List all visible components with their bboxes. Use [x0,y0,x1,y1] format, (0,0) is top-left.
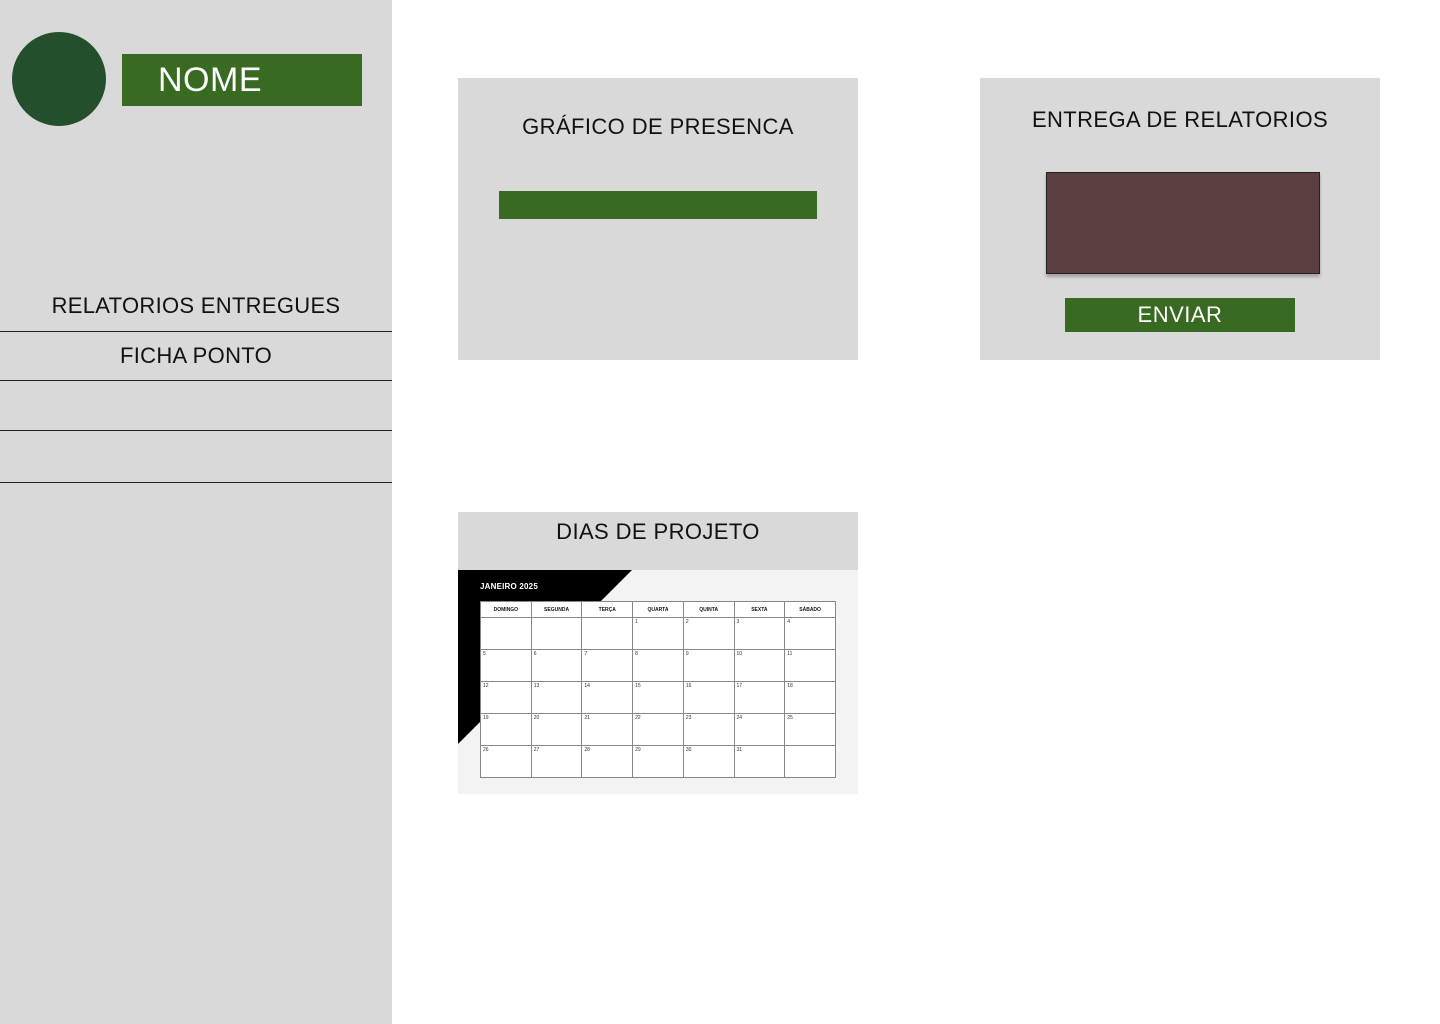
calendar-day-cell[interactable]: 4 [784,617,836,650]
sidebar-item-empty-1[interactable] [0,381,392,431]
calendar-day-cell[interactable]: 23 [682,713,735,746]
calendar-weekday-header: SÁBADO [784,601,836,618]
calendar-grid: DOMINGO SEGUNDA TERÇA QUARTA QUINTA SEXTA SÁBA… [480,601,836,778]
calendar-day-cell[interactable]: 15 [632,681,684,714]
project-calendar: JANEIRO 2025 DOMINGO SEGUNDA TERÇA QUARTA QU… [458,570,858,794]
calendar-day-cell[interactable]: 6 [530,649,583,682]
calendar-week-row: 5 6 7 8 9 10 11 [480,649,836,682]
calendar-week-row: 1234 [480,617,836,650]
calendar-day-cell[interactable]: 31 [733,745,786,778]
sidebar-item-ficha-ponto[interactable]: FICHA PONTO [0,332,392,381]
calendar-day-cell[interactable] [480,617,532,650]
calendar-day-cell[interactable]: 19 [480,713,532,746]
sidebar-item-relatorios-entregues[interactable]: RELATORIOS ENTREGUES [0,282,392,332]
report-submission-card: ENTREGA DE RELATORIOS ENVIAR [980,78,1380,360]
calendar-day-cell[interactable]: 8 [632,649,684,682]
calendar-day-cell[interactable]: 22 [632,713,684,746]
calendar-month-label: JANEIRO 2025 [480,582,538,591]
calendar-day-cell[interactable] [581,617,634,650]
avatar[interactable] [12,32,106,126]
calendar-day-cell[interactable] [784,745,836,778]
calendar-weekday-header: TERÇA [581,601,634,618]
calendar-day-cell[interactable]: 20 [530,713,583,746]
send-button[interactable]: ENVIAR [1065,298,1295,332]
calendar-day-cell[interactable]: 11 [784,649,836,682]
calendar-day-cell[interactable]: 21 [581,713,634,746]
sidebar: NOME RELATORIOS ENTREGUES FICHA PONTO [0,0,392,1024]
calendar-week-row: 19 20 21 22 23 24 25 [480,713,836,746]
calendar-day-cell[interactable]: 13 [530,681,583,714]
calendar-day-cell[interactable]: 3 [733,617,786,650]
calendar-weekday-header: SEXTA [733,601,786,618]
calendar-day-cell[interactable]: 24 [733,713,786,746]
calendar-day-cell[interactable]: 1 [632,617,684,650]
calendar-day-cell[interactable]: 18 [784,681,836,714]
calendar-weekday-header: SEGUNDA [530,601,583,618]
calendar-weekday-header: QUINTA [682,601,735,618]
calendar-day-cell[interactable]: 17 [733,681,786,714]
calendar-day-cell[interactable]: 5 [480,649,532,682]
calendar-day-cell[interactable]: 2 [682,617,735,650]
calendar-day-cell[interactable]: 25 [784,713,836,746]
calendar-day-cell[interactable]: 7 [581,649,634,682]
calendar-week-row: 12 13 14 15 16 17 18 [480,681,836,714]
project-days-title: DIAS DE PROJETO [556,519,760,544]
presence-progress-fill [499,191,817,219]
project-days-card: DIAS DE PROJETO JANEIRO 2025 DOMINGO SEGU… [458,512,858,794]
calendar-day-cell[interactable]: 30 [682,745,735,778]
report-upload-area[interactable] [1046,172,1320,274]
calendar-week-row: 26 27 28 29 30 31 [480,745,836,778]
presence-chart-card: GRÁFICO DE PRESENCA [458,78,858,360]
calendar-day-cell[interactable]: 10 [733,649,786,682]
calendar-day-cell[interactable]: 12 [480,681,532,714]
calendar-day-cell[interactable]: 29 [632,745,684,778]
calendar-weekday-header: DOMINGO [480,601,532,618]
user-name-label: NOME [122,54,362,106]
presence-progress-bar [499,191,817,219]
calendar-day-cell[interactable]: 16 [682,681,735,714]
sidebar-item-empty-2[interactable] [0,431,392,483]
calendar-day-cell[interactable] [530,617,583,650]
report-submission-title: ENTREGA DE RELATORIOS [1031,107,1329,132]
calendar-day-cell[interactable]: 28 [581,745,634,778]
calendar-day-cell[interactable]: 9 [682,649,735,682]
calendar-day-cell[interactable]: 26 [480,745,532,778]
presence-chart-title: GRÁFICO DE PRESENCA [522,114,794,139]
calendar-weekday-header: QUARTA [632,601,684,618]
calendar-day-cell[interactable]: 27 [530,745,583,778]
calendar-day-cell[interactable]: 14 [581,681,634,714]
sidebar-nav: RELATORIOS ENTREGUES FICHA PONTO [0,282,392,483]
